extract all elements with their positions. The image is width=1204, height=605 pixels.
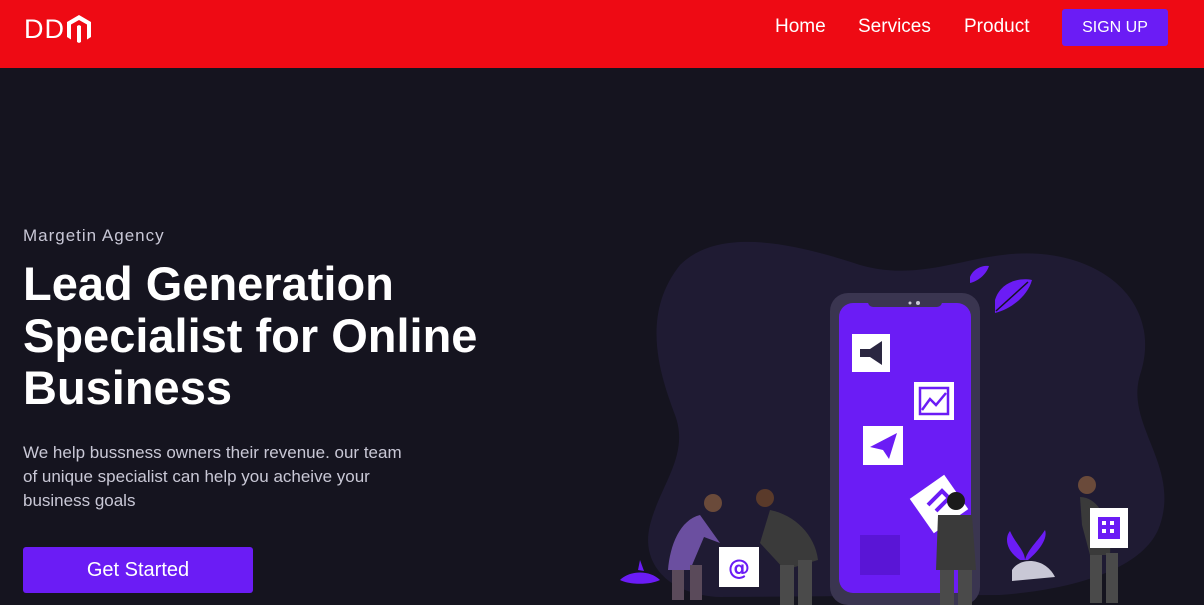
sign-up-button[interactable]: SIGN UP [1062, 9, 1168, 46]
nav-link-services[interactable]: Services [858, 16, 931, 38]
paper-plane-icon [863, 426, 903, 465]
hero-headline: Lead Generation Specialist for Online Bu… [23, 257, 478, 414]
brand-logo[interactable]: DD [24, 13, 92, 45]
svg-text:@: @ [728, 556, 750, 581]
chart-icon [914, 382, 954, 420]
get-started-button[interactable]: Get Started [23, 547, 253, 593]
megaphone-icon [852, 334, 890, 372]
hero-illustration: @ [620, 241, 1165, 605]
navbar: DD Home Services Product SIGN UP [0, 0, 1204, 68]
hero-description: We help bussness owners their revenue. o… [23, 443, 402, 510]
nav-link-home[interactable]: Home [775, 16, 826, 38]
agency-name: Margetin Agency [23, 226, 165, 245]
nav-link-product[interactable]: Product [964, 16, 1029, 38]
magento-logo-icon [67, 15, 91, 43]
logo-text: DD [24, 13, 65, 44]
